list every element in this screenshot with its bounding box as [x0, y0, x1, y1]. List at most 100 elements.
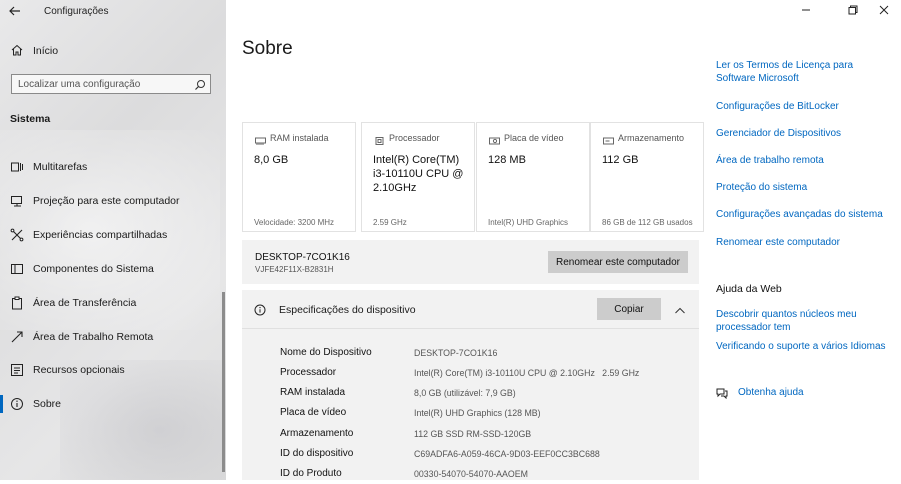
- optional-features-icon: [10, 363, 24, 377]
- card-value: Intel(R) Core(TM) i3-10110U CPU @ 2.10GH…: [373, 154, 464, 194]
- sidebar-item-label: Área de Transferência: [33, 297, 137, 309]
- search-icon[interactable]: [194, 78, 206, 90]
- home-icon: [10, 43, 24, 57]
- shared-experiences-icon: [10, 228, 24, 242]
- main-content: Sobre RAM instalada 8,0 GB Velocidade: 3…: [226, 0, 901, 480]
- processor-icon: [374, 133, 385, 145]
- spec-row: Processador Intel(R) Core(TM) i3-10110U …: [280, 367, 690, 383]
- language-support-link[interactable]: Verificando o suporte a vários Idiomas: [716, 340, 886, 353]
- sidebar-item-experiencias[interactable]: Experiências compartilhadas: [0, 222, 222, 248]
- device-name: DESKTOP-7CO1K16: [255, 252, 350, 263]
- multitask-icon: [10, 160, 24, 174]
- storage-icon: [603, 133, 614, 145]
- sidebar-item-label: Recursos opcionais: [33, 364, 125, 376]
- card-value: 112 GB: [602, 154, 639, 166]
- clipboard-icon: [10, 296, 24, 310]
- system-protection-link[interactable]: Proteção do sistema: [716, 181, 807, 194]
- advanced-settings-link[interactable]: Configurações avançadas do sistema: [716, 208, 883, 221]
- sidebar-item-label: Componentes do Sistema: [33, 263, 154, 275]
- spec-value: Intel(R) UHD Graphics (128 MB): [414, 408, 541, 418]
- sidebar-item-label: Projeção para este computador: [33, 195, 180, 207]
- remote-desktop-link[interactable]: Área de trabalho remota: [716, 154, 824, 167]
- minimize-icon[interactable]: [791, 2, 821, 22]
- device-specs-header[interactable]: Especificações do dispositivo Copiar: [242, 290, 699, 329]
- search-input[interactable]: [18, 77, 188, 91]
- chevron-up-icon[interactable]: [674, 303, 686, 314]
- rename-computer-button[interactable]: Renomear este computador: [548, 251, 688, 273]
- device-specs-panel: Especificações do dispositivo Copiar Nom…: [242, 290, 699, 480]
- get-help-link[interactable]: Obtenha ajuda: [738, 386, 804, 399]
- sidebar-item-multitarefas[interactable]: Multitarefas: [0, 154, 222, 180]
- spec-row: RAM instalada 8,0 GB (utilizável: 7,9 GB…: [280, 387, 690, 403]
- ram-card: RAM instalada 8,0 GB Velocidade: 3200 MH…: [242, 122, 356, 232]
- sidebar-item-label: Multitarefas: [33, 161, 88, 173]
- device-specs-title: Especificações do dispositivo: [279, 304, 416, 316]
- device-subtitle: VJFE42F11X-B2831H: [255, 265, 334, 274]
- spec-key: RAM instalada: [280, 387, 346, 398]
- back-arrow-icon[interactable]: [8, 4, 26, 20]
- card-title: RAM instalada: [270, 133, 329, 143]
- sidebar-item-sobre[interactable]: Sobre: [0, 391, 222, 417]
- sidebar-item-recursos[interactable]: Recursos opcionais: [0, 357, 222, 383]
- spec-key: Processador: [280, 367, 337, 378]
- remote-desktop-icon: [10, 330, 24, 344]
- spec-value: 112 GB SSD RM-SSD-120GB: [414, 429, 532, 439]
- sidebar-item-label: Sobre: [33, 398, 62, 410]
- rename-computer-link[interactable]: Renomear este computador: [716, 236, 840, 249]
- card-title: Processador: [389, 133, 440, 143]
- sidebar-item-label: Área de Trabalho Remota: [33, 331, 154, 343]
- spec-key: ID do Produto: [280, 468, 342, 479]
- card-footer: 86 GB de 112 GB usados: [602, 218, 693, 227]
- web-help-title: Ajuda da Web: [716, 283, 782, 295]
- system-components-icon: [10, 262, 24, 276]
- close-icon[interactable]: [869, 2, 899, 22]
- license-terms-link-text: Ler os Termos de Licença para Software M…: [716, 60, 854, 84]
- sidebar-item-home[interactable]: Início: [0, 40, 226, 62]
- spec-row: Placa de vídeo Intel(R) UHD Graphics (12…: [280, 407, 690, 423]
- card-value: 128 MB: [488, 154, 526, 166]
- sidebar-item-area-remota[interactable]: Área de Trabalho Remota: [0, 324, 222, 350]
- spec-value: DESKTOP-7CO1K16: [414, 348, 498, 358]
- ram-icon: [255, 133, 266, 145]
- sidebar-scrollbar[interactable]: [222, 292, 225, 472]
- copy-button[interactable]: Copiar: [597, 298, 661, 320]
- chat-help-icon: [716, 386, 728, 400]
- window-title: Configurações: [44, 6, 109, 17]
- sidebar-item-area-transferencia[interactable]: Área de Transferência: [0, 290, 222, 316]
- card-value: 8,0 GB: [254, 154, 289, 166]
- maximize-icon[interactable]: [838, 2, 868, 22]
- search-box[interactable]: [11, 74, 211, 94]
- sidebar-item-projecao[interactable]: Projeção para este computador: [0, 188, 222, 214]
- license-terms-link[interactable]: Ler os Termos de Licença para Software M…: [716, 59, 866, 85]
- spec-value: 8,0 GB (utilizável: 7,9 GB): [414, 388, 516, 398]
- spec-value: C69ADFA6-A059-46CA-9D03-EEF0CC3BC688: [414, 449, 600, 459]
- spec-key: Placa de vídeo: [280, 407, 347, 418]
- sidebar-item-label: Início: [33, 45, 59, 57]
- info-icon: [254, 303, 266, 316]
- storage-card: Armazenamento 112 GB 86 GB de 112 GB usa…: [590, 122, 704, 232]
- bitlocker-link[interactable]: Configurações de BitLocker: [716, 100, 839, 113]
- info-icon: [10, 397, 24, 411]
- cores-help-link[interactable]: Descobrir quantos núcleos meu processado…: [716, 308, 866, 334]
- device-name-panel: DESKTOP-7CO1K16 VJFE42F11X-B2831H Renome…: [242, 240, 699, 284]
- spec-row: ID do Produto 00330-54070-54070-AAOEM: [280, 468, 690, 484]
- spec-value: 00330-54070-54070-AAOEM: [414, 469, 528, 479]
- page-title: Sobre: [242, 38, 293, 59]
- processor-card: Processador Intel(R) Core(TM) i3-10110U …: [361, 122, 475, 232]
- spec-key: Armazenamento: [280, 428, 354, 439]
- spec-row: Armazenamento 112 GB SSD RM-SSD-120GB: [280, 428, 690, 444]
- card-footer: Intel(R) UHD Graphics: [488, 218, 569, 227]
- graphics-card-icon: [489, 133, 500, 145]
- card-footer: Velocidade: 3200 MHz: [254, 218, 335, 227]
- spec-row: Nome do Dispositivo DESKTOP-7CO1K16: [280, 347, 690, 363]
- sidebar-item-label: Experiências compartilhadas: [33, 229, 168, 241]
- graphics-card: Placa de vídeo 128 MB Intel(R) UHD Graph…: [476, 122, 590, 232]
- projection-icon: [10, 194, 24, 208]
- device-manager-link[interactable]: Gerenciador de Dispositivos: [716, 127, 841, 140]
- card-title: Armazenamento: [618, 133, 685, 143]
- card-title: Placa de vídeo: [504, 133, 564, 143]
- section-title: Sistema: [10, 113, 51, 125]
- sidebar-item-componentes[interactable]: Componentes do Sistema: [0, 256, 222, 282]
- spec-row: ID do dispositivo C69ADFA6-A059-46CA-9D0…: [280, 448, 690, 464]
- card-footer: 2.59 GHz: [373, 218, 407, 227]
